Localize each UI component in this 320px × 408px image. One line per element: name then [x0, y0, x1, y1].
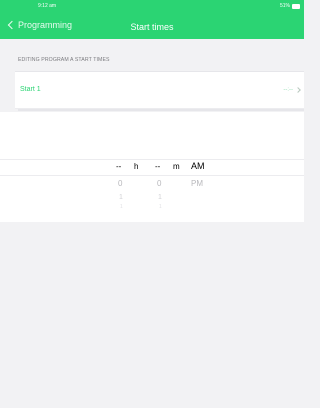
minute-unit-label: m: [173, 162, 180, 171]
start-time-row[interactable]: Start 1 --:--: [15, 71, 304, 109]
hour-wheel-item[interactable]: 1: [120, 205, 123, 210]
navigation-bar: Programming Start times: [0, 14, 304, 39]
row-separator: [18, 109, 304, 111]
status-time: 9:12 am: [38, 3, 57, 9]
page-title: Start times: [130, 22, 174, 32]
time-picker[interactable]: -- h -- m AM 0 0 PM 1 1 1 1: [0, 112, 304, 222]
start-time-label: Start 1: [20, 86, 41, 93]
minute-wheel-item[interactable]: 0: [157, 180, 161, 188]
status-bar: 9:12 am 51%: [0, 0, 304, 14]
hour-wheel-item[interactable]: 1: [119, 194, 123, 201]
minute-wheel-item[interactable]: 1: [158, 194, 162, 201]
battery-percentage: 51%: [279, 3, 290, 9]
period-wheel-item[interactable]: PM: [191, 180, 203, 188]
hour-wheel-item[interactable]: 0: [118, 180, 122, 188]
hour-unit-label: h: [134, 162, 139, 171]
start-time-value: --:--: [283, 87, 293, 93]
section-header: EDITING PROGRAM A START TIMES: [18, 57, 110, 63]
battery-icon: [292, 3, 300, 9]
status-right: 51%: [280, 3, 300, 9]
minute-wheel-selected[interactable]: --: [155, 163, 160, 171]
chevron-right-icon: [295, 87, 301, 93]
minute-wheel-item[interactable]: 1: [159, 205, 162, 210]
hour-wheel-selected[interactable]: --: [116, 163, 121, 171]
picker-selection-band: [0, 159, 304, 176]
period-wheel-selected[interactable]: AM: [191, 162, 205, 171]
